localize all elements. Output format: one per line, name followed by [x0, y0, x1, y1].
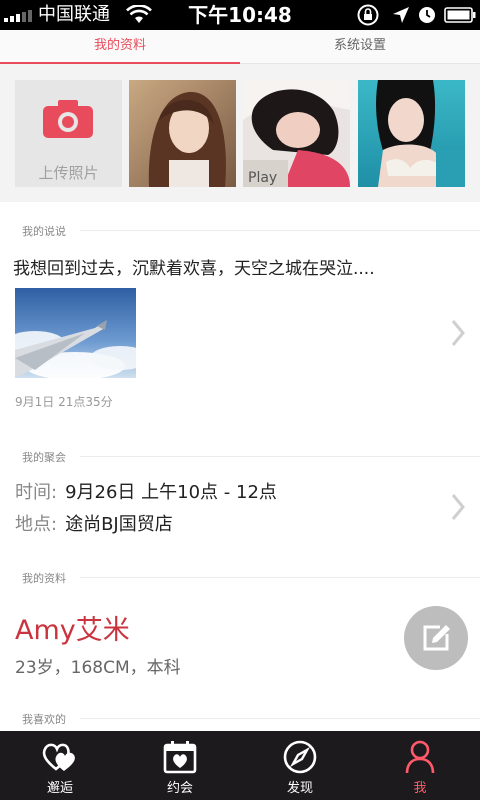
location-icon: [393, 7, 409, 23]
section-title: 我的资料: [22, 570, 70, 586]
tab-settings[interactable]: 系统设置: [240, 30, 480, 64]
profile-photo[interactable]: [129, 80, 236, 187]
hearts-icon: [42, 743, 75, 771]
time-label: 时间:: [15, 482, 58, 503]
status-bar: 中国联通 下午10:48: [0, 0, 480, 30]
compass-icon: [283, 740, 317, 774]
section-header-gathering: 我的聚会: [0, 446, 480, 466]
tab-bar: 我的资料 系统设置: [0, 30, 480, 65]
rotation-lock-icon: [357, 4, 379, 26]
photo-strip: 上传照片 Play: [0, 64, 480, 202]
section-header-posts: 我的说说: [0, 220, 480, 240]
calendar-heart-icon: [163, 741, 197, 774]
camera-icon: [43, 100, 93, 138]
place-label: 地点:: [15, 514, 58, 535]
svg-text:Play: Play: [248, 170, 277, 186]
chevron-right-icon[interactable]: [450, 492, 466, 522]
nav-item-discover[interactable]: 发现: [240, 731, 360, 800]
nav-label: 约会: [166, 781, 193, 796]
section-title: 我的聚会: [22, 449, 70, 465]
post-timestamp: 9月1日 21点35分: [15, 395, 113, 409]
nav-label: 发现: [286, 781, 313, 796]
nav-label: 邂逅: [46, 781, 73, 796]
nav-label: 我: [413, 781, 427, 796]
profile-photo[interactable]: [358, 80, 465, 187]
edit-icon: [423, 625, 450, 651]
chevron-right-icon[interactable]: [450, 318, 466, 348]
section-title: 我喜欢的: [22, 711, 70, 727]
gathering-time-row: 时间: 9月26日 上午10点 - 12点: [15, 478, 277, 504]
person-icon: [405, 740, 435, 774]
time-value: 9月26日 上午10点 - 12点: [65, 482, 277, 503]
place-value: 途尚BJ国贸店: [65, 514, 173, 535]
nav-item-me[interactable]: 我: [360, 731, 480, 800]
edit-button[interactable]: [404, 606, 468, 670]
tab-my-profile[interactable]: 我的资料: [0, 30, 240, 65]
profile-bio: 23岁，168CM，本科: [15, 658, 181, 678]
alarm-icon: [419, 7, 435, 23]
nav-item-encounter[interactable]: 邂逅: [0, 731, 120, 800]
bottom-navigation: 邂逅 约会 发现 我: [0, 731, 480, 800]
profile-name: Amy艾米: [15, 615, 130, 646]
section-header-likes: 我喜欢的: [0, 708, 480, 728]
post-image[interactable]: [15, 288, 136, 378]
post-text: 我想回到过去，沉默着欢喜，天空之城在哭泣....: [13, 259, 375, 279]
nav-item-date[interactable]: 约会: [120, 731, 240, 800]
upload-photo-button[interactable]: 上传照片: [15, 80, 122, 187]
upload-photo-label: 上传照片: [38, 164, 99, 182]
section-header-profile: 我的资料: [0, 567, 480, 587]
profile-photo[interactable]: Play: [243, 80, 350, 187]
gathering-place-row: 地点: 途尚BJ国贸店: [15, 510, 173, 536]
section-title: 我的说说: [22, 223, 70, 239]
battery-icon: [444, 7, 476, 23]
